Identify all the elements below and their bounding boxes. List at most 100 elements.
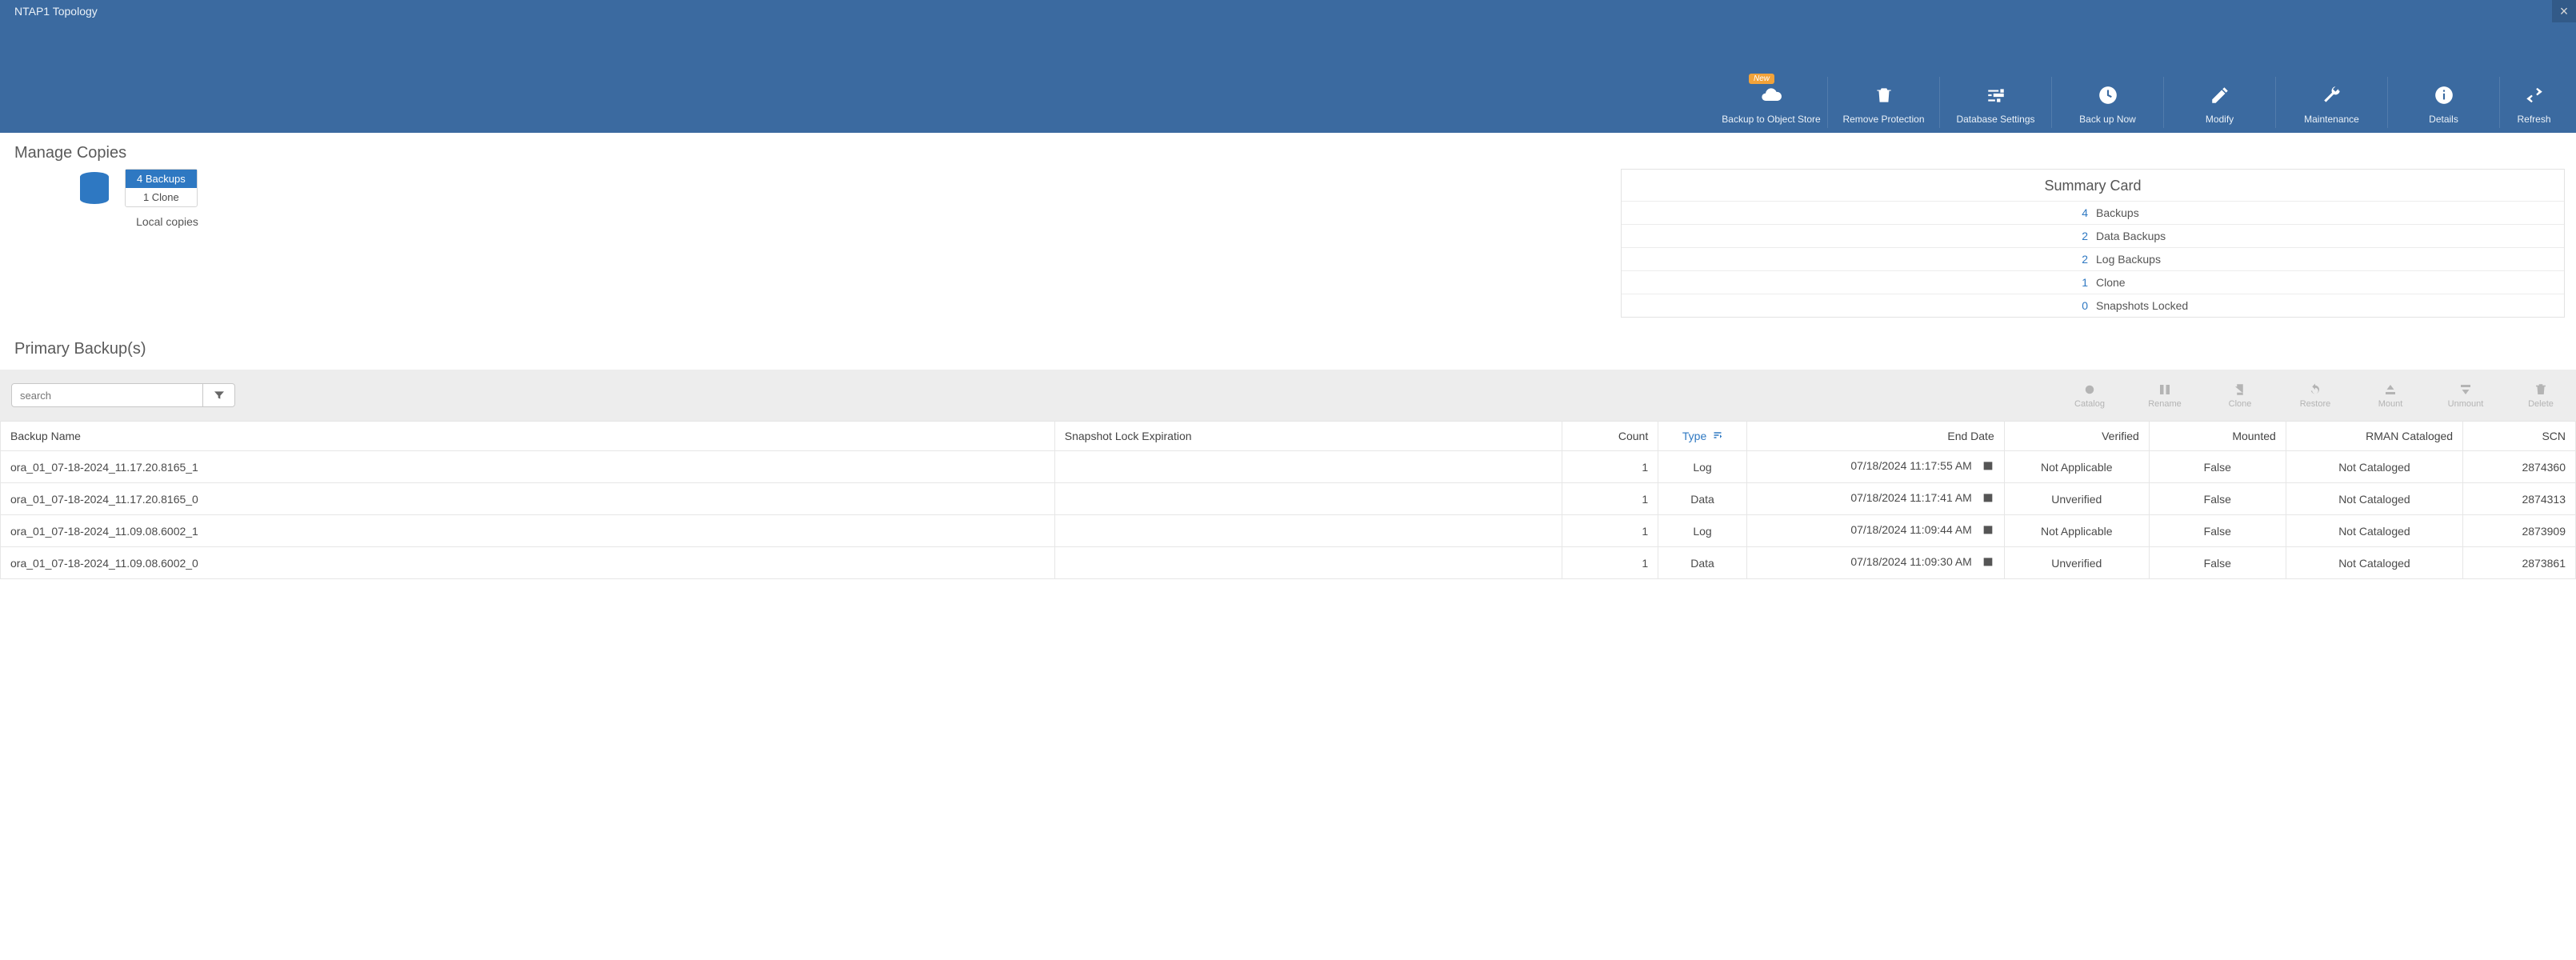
summary-row: 2 Data Backups [1622,224,2564,247]
backups-table: Backup Name Snapshot Lock Expiration Cou… [0,421,2576,579]
calendar-icon [1982,459,1994,474]
col-type[interactable]: Type [1658,422,1747,451]
summary-label: Snapshots Locked [2093,299,2564,312]
cell-scn: 2873909 [2463,515,2576,547]
col-end-date[interactable]: End Date [1746,422,2004,451]
clone-icon [2232,382,2248,398]
backup-object-store-button[interactable]: New Backup to Object Store [1715,77,1827,128]
col-mounted[interactable]: Mounted [2149,422,2286,451]
col-snapshot-lock[interactable]: Snapshot Lock Expiration [1054,422,1562,451]
table-head: Backup Name Snapshot Lock Expiration Cou… [1,422,2576,451]
cell-cataloged: Not Cataloged [2286,483,2462,515]
delete-action[interactable]: Delete [2517,382,2565,409]
cell-type: Data [1658,547,1747,579]
cell-verified: Not Applicable [2004,515,2149,547]
wrench-icon [2318,82,2346,109]
clone-action[interactable]: Clone [2216,382,2264,409]
pencil-icon [2206,82,2234,109]
swap-icon [2521,82,2548,109]
rename-action[interactable]: Rename [2141,382,2189,409]
trash-icon [1870,82,1898,109]
sort-desc-icon [1713,430,1722,442]
cell-mounted: False [2149,451,2286,483]
catalog-action[interactable]: Catalog [2066,382,2114,409]
summary-count[interactable]: 2 [1622,253,2093,266]
summary-count[interactable]: 2 [1622,230,2093,242]
copies-block: 4 Backups 1 Clone Local copies [11,169,811,228]
table-row[interactable]: ora_01_07-18-2024_11.17.20.8165_01Data07… [1,483,2576,515]
col-backup-name[interactable]: Backup Name [1,422,1055,451]
close-icon[interactable]: × [2552,0,2576,22]
cell-mounted: False [2149,483,2286,515]
summary-label: Data Backups [2093,230,2564,242]
manage-copies-heading: Manage Copies [0,133,2576,169]
summary-row: 4 Backups [1622,201,2564,224]
cell-verified: Unverified [2004,483,2149,515]
tool-label: Modify [2206,114,2234,125]
cell-end: 07/18/2024 11:09:44 AM [1746,515,2004,547]
delete-icon [2533,382,2549,398]
table-row[interactable]: ora_01_07-18-2024_11.09.08.6002_11Log07/… [1,515,2576,547]
local-copies-card[interactable]: 4 Backups 1 Clone [75,169,259,207]
col-rman-cataloged[interactable]: RMAN Cataloged [2286,422,2462,451]
modify-button[interactable]: Modify [2163,77,2275,128]
sliders-icon [1982,82,2010,109]
cell-cataloged: Not Cataloged [2286,515,2462,547]
cell-name: ora_01_07-18-2024_11.17.20.8165_1 [1,451,1055,483]
remove-protection-button[interactable]: Remove Protection [1827,77,1939,128]
cell-verified: Not Applicable [2004,451,2149,483]
cell-scn: 2874360 [2463,451,2576,483]
search-input[interactable] [11,383,203,407]
col-count[interactable]: Count [1562,422,1658,451]
new-badge: New [1749,74,1774,84]
tool-label: Backup to Object Store [1722,114,1820,125]
tool-label: Database Settings [1956,114,2034,125]
summary-label: Backups [2093,206,2564,219]
summary-card: Summary Card 4 Backups 2 Data Backups 2 … [1621,169,2565,318]
maintenance-button[interactable]: Maintenance [2275,77,2387,128]
cell-cataloged: Not Cataloged [2286,547,2462,579]
funnel-icon [213,389,226,402]
titlebar-top: NTAP1 Topology × [0,0,2576,22]
database-settings-button[interactable]: Database Settings [1939,77,2051,128]
table-row[interactable]: ora_01_07-18-2024_11.09.08.6002_01Data07… [1,547,2576,579]
filter-button[interactable] [203,383,235,407]
clock-icon [2094,82,2122,109]
table-body: ora_01_07-18-2024_11.17.20.8165_1 1Log07/… [1,451,2576,579]
summary-row: 0 Snapshots Locked [1622,294,2564,317]
unmount-action[interactable]: Unmount [2442,382,2490,409]
cell-count: 1 [1562,483,1658,515]
tool-label: Back up Now [2079,114,2136,125]
mount-action[interactable]: Mount [2366,382,2414,409]
cell-mounted: False [2149,515,2286,547]
details-button[interactable]: Details [2387,77,2499,128]
cell-name: ora_01_07-18-2024_11.17.20.8165_0 [1,483,1055,515]
cell-name: ora_01_07-18-2024_11.09.08.6002_0 [1,547,1055,579]
backups-badge[interactable]: 4 Backups [126,170,197,188]
refresh-button[interactable]: Refresh [2499,77,2568,128]
cell-scn: 2874313 [2463,483,2576,515]
primary-backups-heading: Primary Backup(s) [0,318,2576,370]
table-row[interactable]: ora_01_07-18-2024_11.17.20.8165_11Log07/… [1,451,2576,483]
col-scn[interactable]: SCN [2463,422,2576,451]
col-verified[interactable]: Verified [2004,422,2149,451]
toolbar-area: New Backup to Object Store Remove Protec… [0,22,2576,133]
cell-scn: 2873861 [2463,547,2576,579]
summary-count[interactable]: 1 [1622,276,2093,289]
cell-name: ora_01_07-18-2024_11.09.08.6002_1 [1,515,1055,547]
tool-label: Details [2429,114,2458,125]
rename-icon [2157,382,2173,398]
search-wrap [11,383,235,407]
back-up-now-button[interactable]: Back up Now [2051,77,2163,128]
summary-count[interactable]: 0 [1622,299,2093,312]
calendar-icon [1982,555,1994,570]
clone-badge[interactable]: 1 Clone [126,188,197,206]
cell-verified: Unverified [2004,547,2149,579]
unmount-icon [2458,382,2474,398]
titlebar: NTAP1 Topology × New Backup to Object St… [0,0,2576,133]
summary-count[interactable]: 4 [1622,206,2093,219]
cell-type: Log [1658,515,1747,547]
cell-type: Data [1658,483,1747,515]
restore-action[interactable]: Restore [2291,382,2339,409]
summary-row: 1 Clone [1622,270,2564,294]
